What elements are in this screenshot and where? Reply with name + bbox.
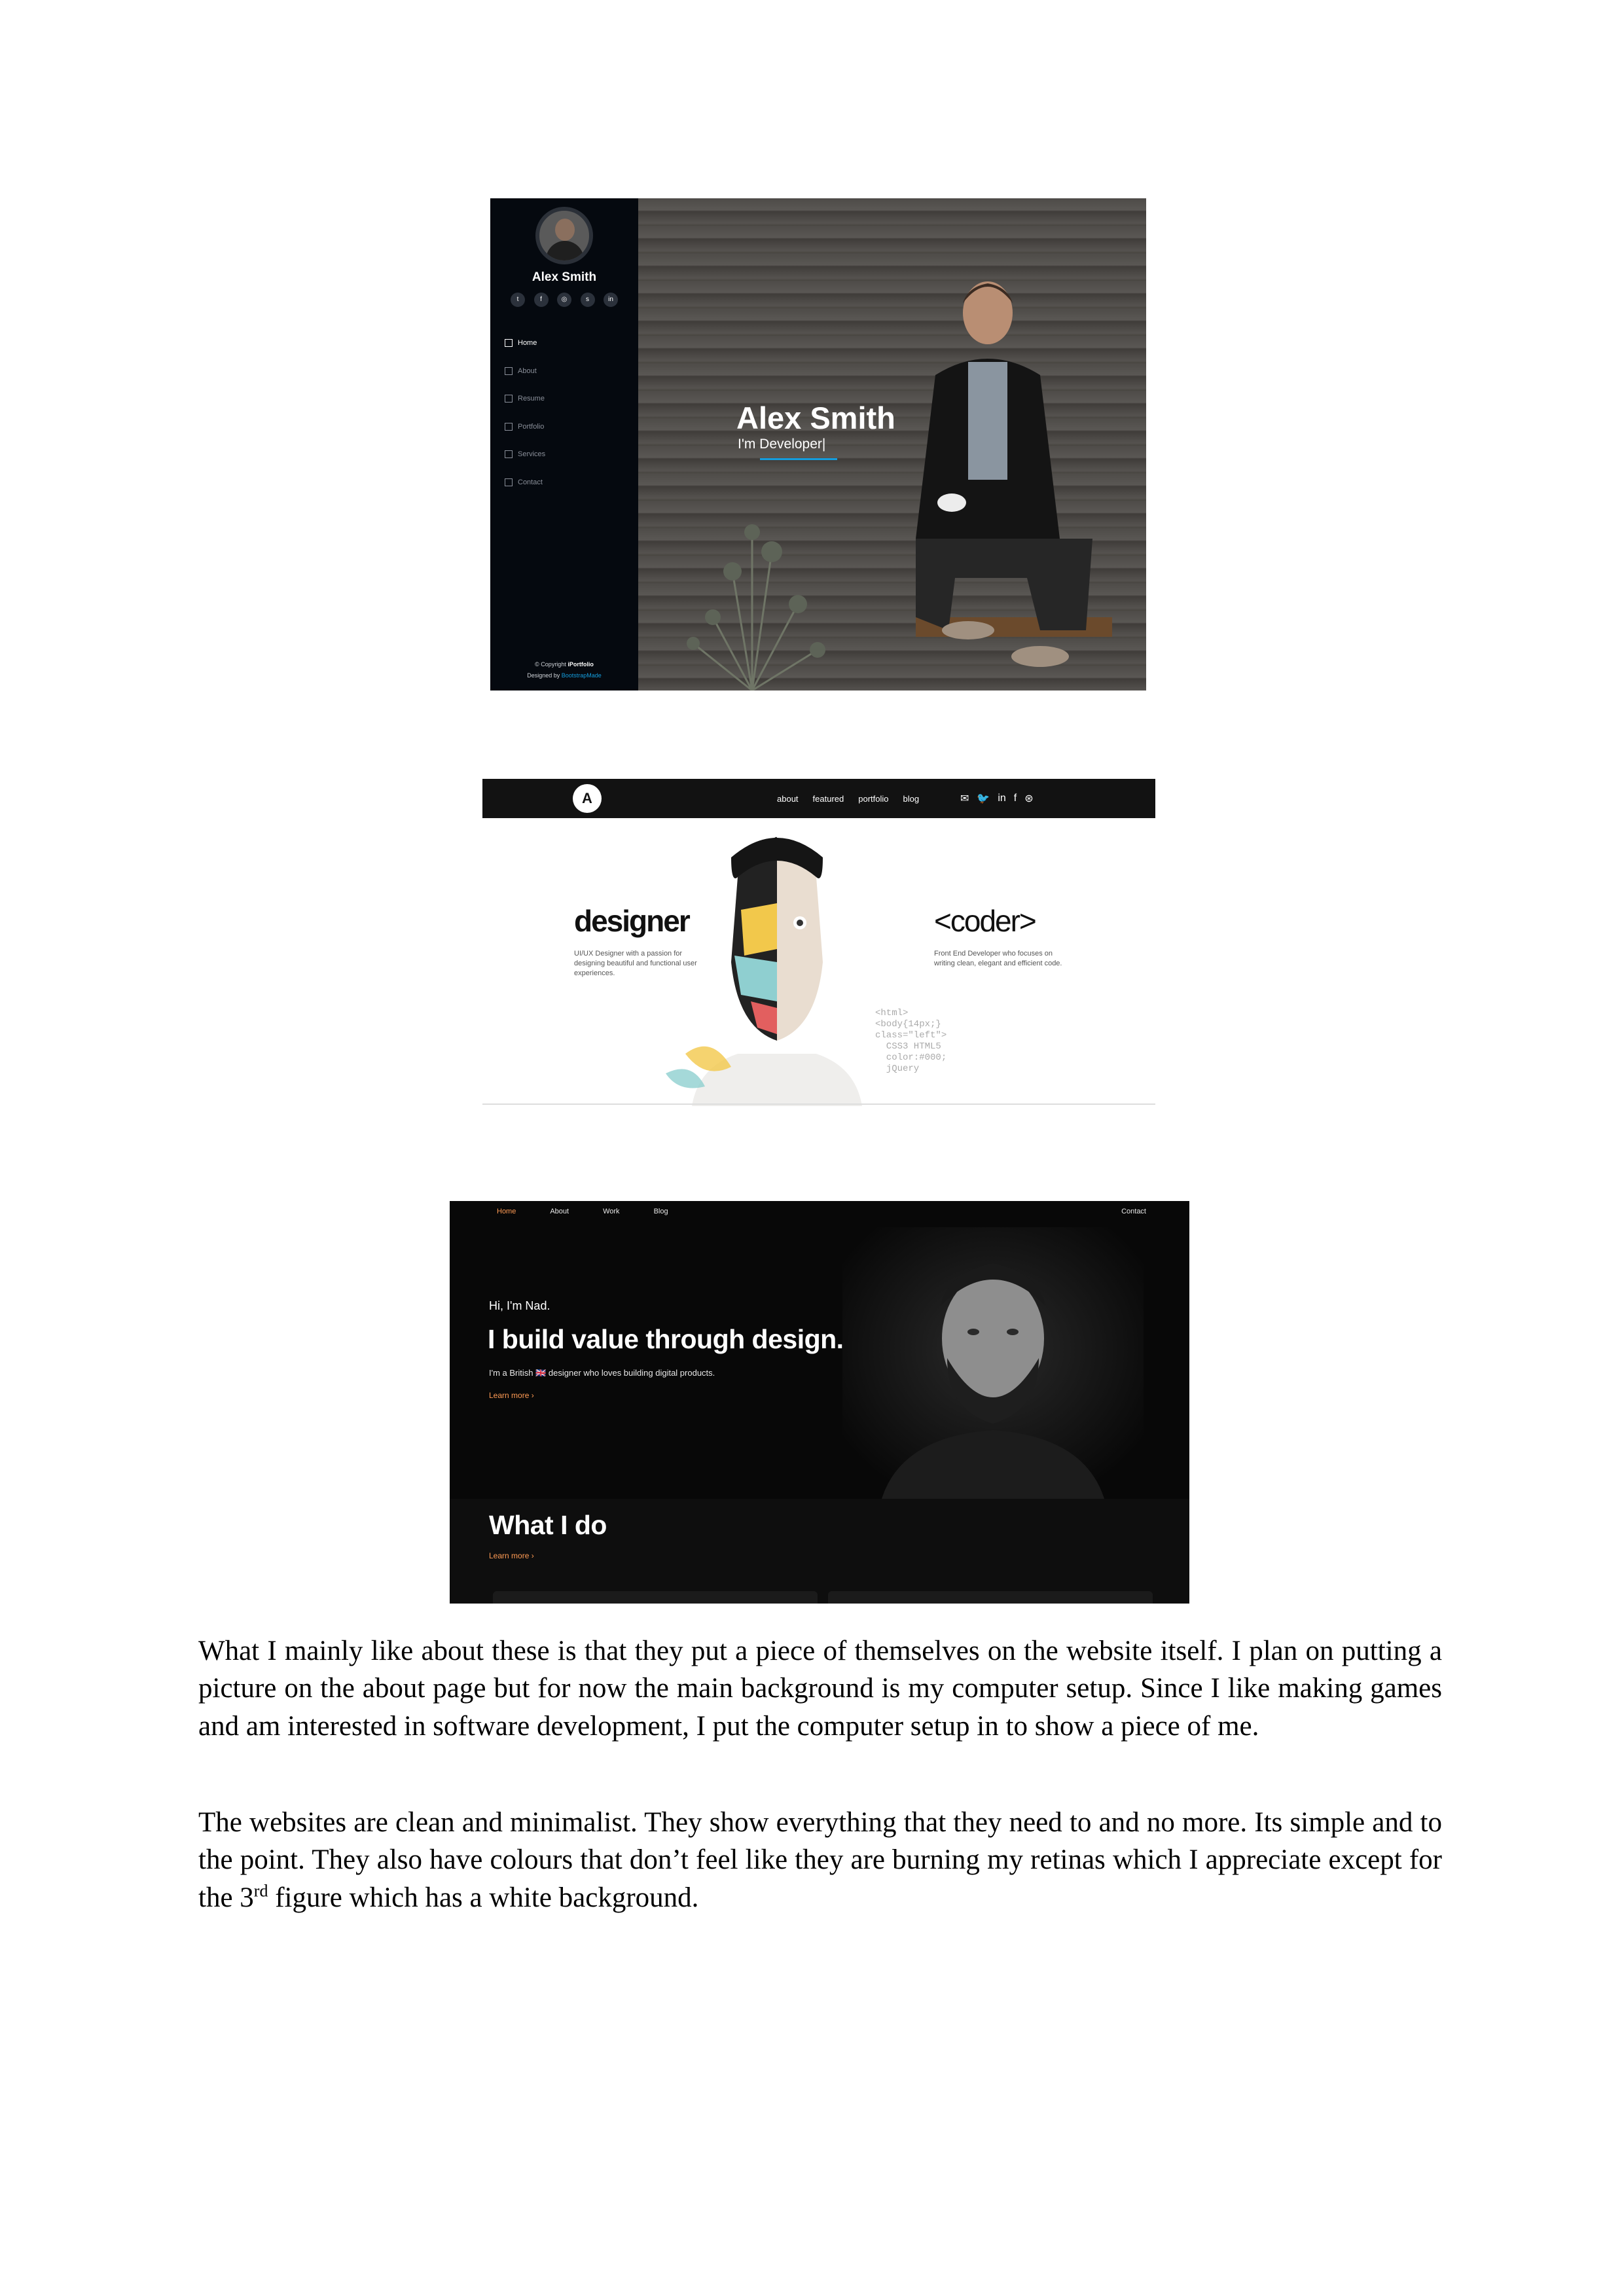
nav-item-home[interactable]: Home bbox=[505, 329, 545, 357]
portfolio-screenshot-3: Home About Work Blog Contact Hi, I'm Nad… bbox=[450, 1201, 1189, 1604]
coder-description: Front End Developer who focuses on writi… bbox=[934, 950, 1062, 967]
greeting: Hi, I'm Nad. bbox=[489, 1299, 550, 1312]
nav-home[interactable]: Home bbox=[497, 1208, 516, 1215]
nav-links: about featured portfolio blog bbox=[777, 779, 919, 818]
instagram-icon[interactable]: ◎ bbox=[557, 293, 571, 307]
linkedin-icon[interactable]: in bbox=[998, 793, 1005, 804]
section-learn-more-link[interactable]: Learn more › bbox=[489, 1551, 534, 1560]
designer-description: UI/UX Designer with a passion for design… bbox=[574, 950, 697, 977]
dribbble-icon[interactable]: ⊛ bbox=[1024, 792, 1033, 805]
social-links: t f ◎ s in bbox=[511, 293, 618, 307]
avatar bbox=[535, 207, 593, 264]
service-card bbox=[828, 1591, 1153, 1604]
section-title: What I do bbox=[489, 1510, 607, 1540]
person-image bbox=[916, 281, 1112, 667]
plant-image bbox=[687, 524, 825, 691]
server-icon bbox=[505, 450, 513, 459]
skype-icon[interactable]: s bbox=[580, 293, 595, 307]
sidebar-name: Alex Smith bbox=[532, 270, 597, 284]
designer-link[interactable]: BootstrapMade bbox=[562, 672, 602, 679]
learn-more-link[interactable]: Learn more › bbox=[489, 1391, 534, 1400]
file-icon bbox=[505, 395, 513, 403]
nav-item-portfolio[interactable]: Portfolio bbox=[505, 413, 545, 441]
coder-heading: <coder> bbox=[934, 904, 1037, 938]
envelope-icon bbox=[505, 478, 513, 486]
twitter-icon[interactable]: 🐦 bbox=[977, 792, 990, 805]
nav-blog[interactable]: Blog bbox=[654, 1208, 668, 1215]
hero-subtitle: I'm Developer| bbox=[738, 437, 826, 452]
nav-work[interactable]: Work bbox=[603, 1208, 619, 1215]
nav-portfolio[interactable]: portfolio bbox=[858, 794, 888, 804]
ordinal-superscript: rd bbox=[253, 1881, 268, 1901]
social-icons: ✉ 🐦 in f ⊛ bbox=[960, 779, 1034, 818]
home-icon bbox=[505, 339, 513, 348]
book-icon bbox=[505, 422, 513, 431]
body-paragraph-1: What I mainly like about these is that t… bbox=[198, 1636, 1442, 1742]
user-icon bbox=[505, 367, 513, 375]
top-nav-bar: A about featured portfolio blog ✉ 🐦 in f… bbox=[482, 779, 1155, 818]
portrait-image bbox=[842, 1227, 1144, 1499]
nav-item-about[interactable]: About bbox=[505, 357, 545, 386]
top-nav: Home About Work Blog bbox=[497, 1208, 668, 1215]
envelope-icon[interactable]: ✉ bbox=[960, 792, 969, 805]
nav-about[interactable]: about bbox=[777, 794, 799, 804]
linkedin-icon[interactable]: in bbox=[604, 293, 618, 307]
nav-blog[interactable]: blog bbox=[903, 794, 920, 804]
twitter-icon[interactable]: t bbox=[511, 293, 525, 307]
portfolio-screenshot-1: Alex Smith t f ◎ s in Home About Resume … bbox=[490, 198, 1146, 691]
sidebar-footer: © Copyright iPortfolio Designed by Boots… bbox=[527, 661, 602, 679]
logo[interactable]: A bbox=[573, 784, 602, 813]
divider bbox=[482, 1103, 1155, 1105]
sidebar-nav: Home About Resume Portfolio Services Con… bbox=[505, 329, 545, 496]
hero-title: Alex Smith bbox=[736, 401, 895, 435]
service-card bbox=[493, 1591, 818, 1604]
body-paragraph-2: The websites are clean and minimalist. T… bbox=[198, 1807, 1442, 1913]
headline: I build value through design. bbox=[488, 1324, 844, 1354]
typed-underline bbox=[760, 458, 837, 460]
nav-item-services[interactable]: Services bbox=[505, 440, 545, 469]
subline: I'm a British 🇬🇧 designer who loves buil… bbox=[489, 1368, 715, 1378]
designer-heading: designer bbox=[574, 904, 691, 938]
nav-featured[interactable]: featured bbox=[813, 794, 844, 804]
nav-item-contact[interactable]: Contact bbox=[505, 469, 545, 497]
nav-item-resume[interactable]: Resume bbox=[505, 385, 545, 413]
sidebar: Alex Smith t f ◎ s in Home About Resume … bbox=[490, 198, 638, 691]
nav-about[interactable]: About bbox=[550, 1208, 569, 1215]
nav-contact[interactable]: Contact bbox=[1121, 1208, 1146, 1215]
facebook-icon[interactable]: f bbox=[1014, 793, 1017, 804]
portfolio-screenshot-2: A about featured portfolio blog ✉ 🐦 in f… bbox=[482, 779, 1155, 1106]
facebook-icon[interactable]: f bbox=[533, 293, 549, 307]
